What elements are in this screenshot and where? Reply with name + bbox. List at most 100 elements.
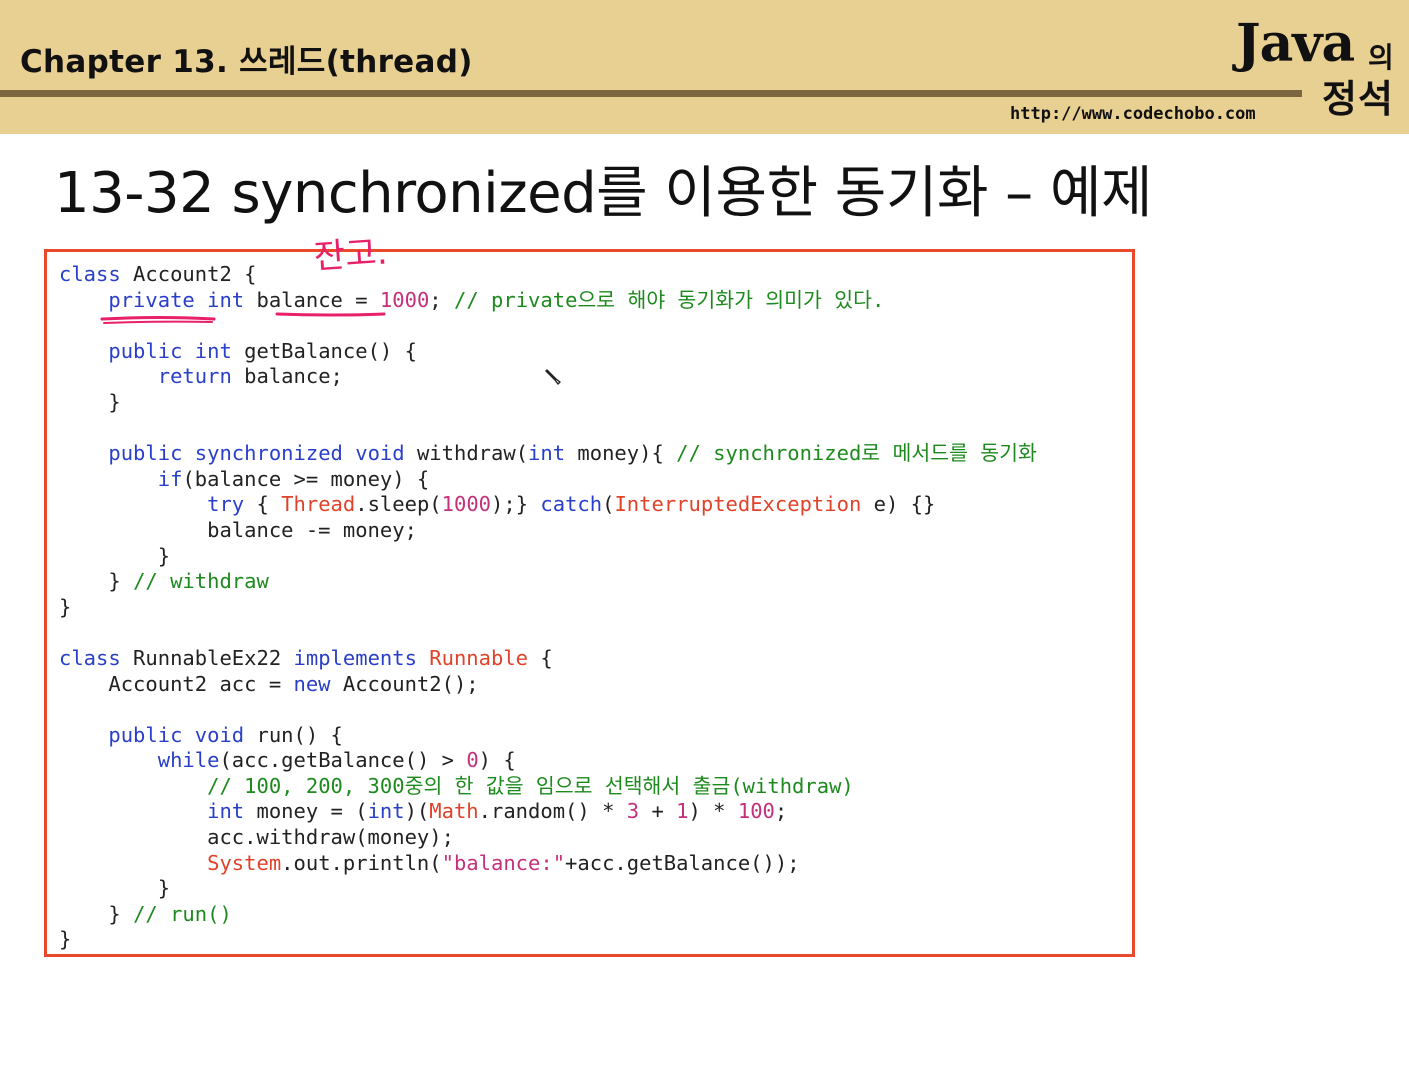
code-token: money){: [565, 441, 677, 466]
code-token: while: [157, 748, 220, 773]
code-token: getBalance() {: [231, 338, 417, 363]
code-token: }: [59, 901, 134, 926]
code-token: private: [108, 287, 195, 312]
code-token: try: [207, 492, 245, 517]
code-token: +acc.getBalance());: [565, 850, 800, 875]
code-token: Account2 {: [120, 262, 257, 286]
code-token: .sleep(: [355, 492, 442, 517]
code-token: class: [59, 262, 121, 286]
code-line: int money = (int)(Math.random() * 3 + 1)…: [59, 799, 1037, 825]
code-token: // run(): [133, 901, 232, 926]
code-token: int: [194, 338, 232, 363]
code-token: // withdraw: [133, 569, 269, 594]
slide-title: 13-32 synchronized를 이용한 동기화 – 예제: [54, 161, 1153, 226]
code-token: .random() *: [478, 799, 627, 824]
code-line: public void run() {: [59, 723, 1037, 749]
code-line: try { Thread.sleep(1000);} catch(Interru…: [59, 492, 1037, 518]
code-token: acc.withdraw(money);: [59, 825, 454, 850]
code-token: // private으로 해야 동기화가 의미가 있다.: [453, 287, 885, 312]
code-token: }: [59, 594, 72, 619]
code-token: Runnable: [429, 645, 529, 670]
code-line: while(acc.getBalance() > 0) {: [59, 748, 1037, 774]
code-token: return: [157, 364, 232, 389]
chapter-title: Chapter 13. 쓰레드(thread): [20, 44, 473, 80]
code-token: class: [59, 645, 121, 670]
code-token: int: [207, 799, 245, 824]
code-token: (acc.getBalance() >: [219, 748, 467, 773]
code-line: balance -= money;: [59, 518, 1037, 544]
code-token: 100: [737, 799, 775, 824]
code-token: Thread: [281, 492, 356, 517]
code-block: class Account2 { private int balance = 1…: [59, 262, 1037, 953]
slide-header: Chapter 13. 쓰레드(thread) http://www.codec…: [0, 0, 1409, 134]
code-line: }: [59, 544, 1037, 570]
code-token: int: [367, 799, 405, 824]
code-token: );}: [491, 492, 541, 517]
code-token: (balance >= money) {: [182, 466, 430, 491]
code-token: System: [207, 850, 282, 875]
code-token: {: [244, 492, 282, 517]
java-jeongseok-logo: Java 의 정석: [1236, 14, 1404, 122]
code-token: catch: [540, 492, 603, 517]
code-line: if(balance >= money) {: [59, 467, 1037, 493]
code-token: ) *: [688, 799, 738, 824]
code-token: balance -= money;: [59, 517, 417, 542]
code-token: balance =: [244, 287, 380, 312]
code-line: } // withdraw: [59, 569, 1037, 595]
code-token: money = (: [244, 799, 368, 824]
code-token: }: [59, 927, 72, 952]
code-token: if: [157, 466, 183, 491]
code-token: .out.println(: [281, 850, 442, 875]
code-token: void: [194, 722, 245, 747]
code-line: System.out.println("balance:"+acc.getBal…: [59, 851, 1037, 877]
logo-sub-text: 정석: [1322, 77, 1394, 121]
code-token: 1: [676, 799, 689, 824]
code-token: balance;: [231, 364, 343, 389]
code-token: (: [602, 492, 615, 517]
code-token: int: [528, 441, 566, 466]
code-token: implements: [293, 645, 417, 670]
code-token: }: [59, 876, 171, 901]
code-token: // 100, 200, 300중의 한 값을 임으로 선택해서 출금(with…: [207, 773, 854, 798]
code-line: public synchronized void withdraw(int mo…: [59, 441, 1036, 467]
code-token: }: [59, 389, 121, 414]
code-token: synchronized: [194, 441, 343, 466]
code-token: void: [355, 441, 405, 466]
code-line: }: [59, 876, 1037, 902]
pen-cursor-icon: [545, 369, 561, 385]
code-token: e) {}: [861, 492, 936, 517]
code-token: run() {: [244, 722, 343, 747]
code-token: RunnableEx22: [120, 645, 294, 670]
code-token: )(: [404, 799, 430, 824]
code-token: public: [108, 722, 183, 747]
code-token: {: [528, 645, 553, 670]
code-line: public int getBalance() {: [59, 339, 1037, 365]
code-line: class Account2 {: [59, 262, 1037, 288]
code-token: Account2();: [330, 671, 479, 696]
code-line: }: [59, 390, 1037, 416]
code-token: 1000: [379, 287, 430, 312]
code-token: 3: [626, 799, 640, 824]
code-token: }: [59, 543, 171, 568]
site-url: http://www.codechobo.com: [1010, 104, 1256, 124]
code-line: // 100, 200, 300중의 한 값을 임으로 선택해서 출금(with…: [59, 774, 1037, 800]
